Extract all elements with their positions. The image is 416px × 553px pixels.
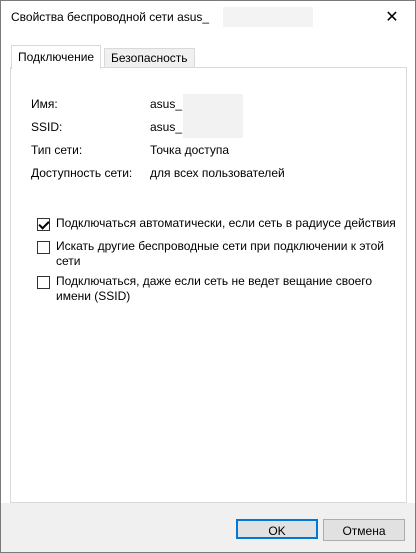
auto-connect-option[interactable]: Подключаться автоматически, если сеть в …	[37, 216, 401, 231]
availability-label: Доступность сети:	[31, 166, 133, 180]
name-label: Имя:	[31, 97, 58, 111]
search-other-networks-checkbox[interactable]	[37, 241, 50, 254]
title-bar: Свойства беспроводной сети asus_ ✕	[1, 1, 415, 33]
ssid-label: SSID:	[31, 120, 63, 134]
tab-security[interactable]: Безопасность	[104, 48, 195, 68]
window-title: Свойства беспроводной сети asus_	[11, 10, 210, 24]
network-type-value: Точка доступа	[150, 143, 230, 157]
tab-strip: Подключение Безопасность	[11, 45, 405, 69]
redacted-network-name	[223, 7, 313, 27]
connection-panel: Имя: asus_ SSID: asus_ Тип сети: Точка д…	[10, 67, 407, 503]
auto-connect-label: Подключаться автоматически, если сеть в …	[56, 216, 396, 230]
availability-value: для всех пользователей	[150, 166, 285, 180]
connect-hidden-option[interactable]: Подключаться, даже если сеть не ведет ве…	[37, 274, 401, 304]
cancel-button[interactable]: Отмена	[323, 519, 405, 541]
tab-connection[interactable]: Подключение	[11, 45, 102, 69]
network-type-label: Тип сети:	[31, 143, 83, 157]
ok-button[interactable]: OK	[236, 519, 318, 539]
redacted-ssid	[183, 112, 243, 138]
search-other-networks-option[interactable]: Искать другие беспроводные сети при подк…	[37, 239, 401, 269]
redacted-name	[183, 94, 243, 112]
close-icon: ✕	[385, 9, 399, 26]
wireless-properties-dialog: Свойства беспроводной сети asus_ ✕ Подкл…	[0, 0, 416, 553]
name-value: asus_	[150, 97, 183, 111]
dialog-footer: OK Отмена	[1, 503, 415, 552]
ssid-value: asus_	[150, 120, 183, 134]
search-other-networks-label: Искать другие беспроводные сети при подк…	[56, 239, 384, 268]
connect-hidden-checkbox[interactable]	[37, 276, 50, 289]
connect-hidden-label: Подключаться, даже если сеть не ведет ве…	[56, 274, 373, 303]
close-button[interactable]: ✕	[369, 1, 415, 33]
auto-connect-checkbox[interactable]	[37, 218, 50, 231]
